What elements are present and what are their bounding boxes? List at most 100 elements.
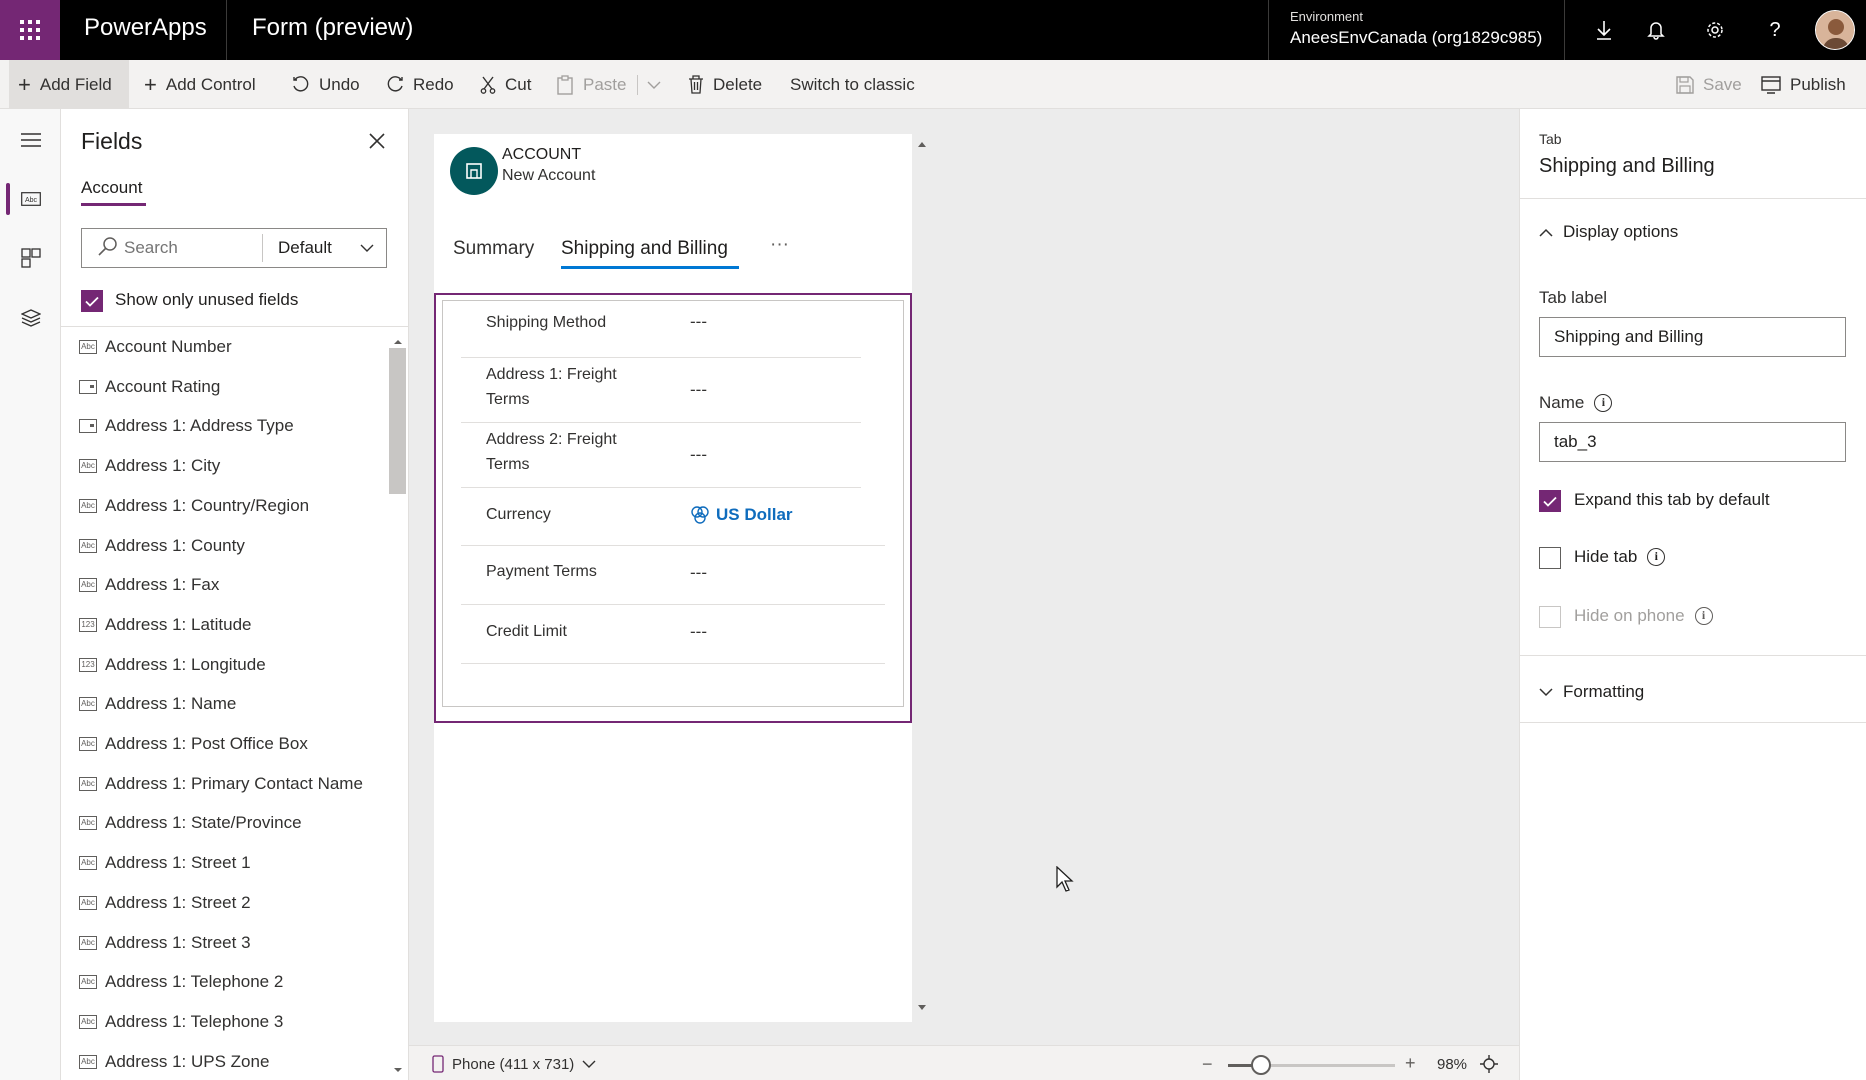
field-list-item[interactable]: Abc Address 1: City: [61, 446, 388, 486]
field-list-item[interactable]: Abc Address 1: UPS Zone: [61, 1042, 388, 1080]
environment-name[interactable]: AneesEnvCanada (org1829c985): [1290, 28, 1542, 48]
field-list-item[interactable]: Abc Address 1: Post Office Box: [61, 724, 388, 764]
zoom-out-button[interactable]: −: [1202, 1054, 1213, 1075]
entity-tab-account[interactable]: Account: [81, 178, 142, 198]
field-value-address2-freight-terms[interactable]: ---: [690, 445, 707, 465]
rail-tree-view-button[interactable]: [0, 298, 61, 338]
field-list-item[interactable]: Abc Address 1: Street 1: [61, 843, 388, 883]
search-input[interactable]: [124, 230, 254, 266]
redo-icon: [387, 75, 403, 92]
field-list-item[interactable]: Abc Address 1: Street 3: [61, 923, 388, 963]
paste-button[interactable]: Paste: [556, 60, 626, 109]
field-list-item[interactable]: Account Rating: [61, 367, 388, 407]
notifications-button[interactable]: [1641, 15, 1671, 45]
rail-fields-button[interactable]: Abc: [0, 179, 61, 219]
download-button[interactable]: [1589, 15, 1619, 45]
field-list-item[interactable]: Abc Address 1: Name: [61, 684, 388, 724]
field-list-item-label: Address 1: County: [105, 535, 245, 555]
avatar[interactable]: [1815, 10, 1855, 50]
publish-button[interactable]: Publish: [1761, 60, 1846, 109]
field-list-item[interactable]: Abc Address 1: State/Province: [61, 803, 388, 843]
settings-button[interactable]: [1700, 15, 1730, 45]
more-tabs-button[interactable]: ···: [770, 234, 789, 256]
hamburger-menu-button[interactable]: [0, 120, 61, 160]
currency-link[interactable]: US Dollar: [716, 505, 793, 525]
undo-button[interactable]: Undo: [292, 60, 360, 109]
delete-button[interactable]: Delete: [688, 60, 762, 109]
tab-label-input[interactable]: [1539, 317, 1846, 357]
field-list-item[interactable]: Abc Address 1: Street 2: [61, 883, 388, 923]
hide-tab-label[interactable]: Hide tab i: [1574, 547, 1666, 567]
form-scroll-up[interactable]: [916, 140, 928, 148]
field-list-item[interactable]: Address 1: Address Type: [61, 406, 388, 446]
field-list-item[interactable]: Abc Address 1: Country/Region: [61, 486, 388, 526]
show-unused-label[interactable]: Show only unused fields: [115, 290, 298, 310]
field-value-credit-limit[interactable]: ---: [690, 622, 707, 642]
field-value-payment-terms[interactable]: ---: [690, 563, 707, 583]
divider: [262, 234, 263, 262]
label-line: Address 1: Freight: [486, 366, 617, 383]
scrollbar-thumb[interactable]: [389, 348, 406, 494]
info-icon[interactable]: i: [1647, 548, 1666, 566]
zoom-in-button[interactable]: +: [1405, 1053, 1416, 1074]
text-field-icon: Abc: [79, 1054, 97, 1069]
expand-tab-label[interactable]: Expand this tab by default: [1574, 490, 1770, 510]
save-button[interactable]: Save: [1676, 60, 1742, 109]
field-value-address1-freight-terms[interactable]: ---: [690, 380, 707, 400]
tab-summary[interactable]: Summary: [453, 238, 534, 260]
switch-to-classic-button[interactable]: Switch to classic: [790, 60, 915, 109]
save-label: Save: [1703, 74, 1742, 94]
device-selector[interactable]: Phone (411 x 731): [432, 1055, 596, 1073]
close-fields-button[interactable]: [364, 128, 390, 154]
info-icon[interactable]: i: [1694, 607, 1713, 625]
field-list-item[interactable]: 123 Address 1: Latitude: [61, 605, 388, 645]
form-scroll-down[interactable]: [916, 1004, 928, 1012]
field-list-item[interactable]: 123 Address 1: Longitude: [61, 645, 388, 685]
tab-shipping-and-billing[interactable]: Shipping and Billing: [561, 238, 728, 260]
field-label-payment-terms[interactable]: Payment Terms: [486, 559, 597, 584]
field-list-item[interactable]: Abc Address 1: Telephone 3: [61, 1002, 388, 1042]
name-caption-text: Name: [1539, 393, 1585, 412]
field-list-item-label: Address 1: Street 2: [105, 892, 251, 912]
help-button[interactable]: ?: [1760, 15, 1790, 45]
display-options-toggle[interactable]: Display options: [1539, 222, 1678, 242]
text-field-icon: Abc: [79, 498, 97, 513]
phone-icon: [432, 1055, 444, 1073]
field-list-item-label: Address 1: Primary Contact Name: [105, 773, 363, 793]
fit-to-width-button[interactable]: [1480, 1055, 1498, 1073]
add-field-button[interactable]: + Add Field: [9, 60, 129, 109]
field-filter-dropdown[interactable]: Default: [270, 229, 386, 267]
field-label-credit-limit[interactable]: Credit Limit: [486, 619, 567, 644]
field-list-item[interactable]: Abc Account Number: [61, 327, 388, 367]
field-label-currency[interactable]: Currency: [486, 502, 551, 527]
name-input[interactable]: [1539, 422, 1846, 462]
rail-components-button[interactable]: [0, 238, 61, 278]
field-value-currency[interactable]: US Dollar: [690, 505, 793, 525]
show-unused-checkbox[interactable]: [81, 290, 103, 312]
field-list-item[interactable]: Abc Address 1: County: [61, 526, 388, 566]
field-list-item[interactable]: Abc Address 1: Telephone 2: [61, 962, 388, 1002]
text-field-icon: Abc: [79, 737, 97, 751]
field-label-shipping-method[interactable]: Shipping Method: [486, 310, 606, 335]
divider: [461, 422, 861, 423]
field-value-shipping-method[interactable]: ---: [690, 312, 707, 332]
cut-button[interactable]: Cut: [480, 60, 531, 109]
app-name[interactable]: PowerApps: [84, 14, 207, 42]
paste-options-dropdown[interactable]: [647, 60, 661, 109]
layers-icon: [20, 309, 41, 327]
hide-tab-checkbox[interactable]: [1539, 547, 1561, 569]
field-label-address2-freight-terms[interactable]: Address 2: Freight Terms: [486, 427, 617, 477]
label-line: Currency: [486, 506, 551, 523]
formatting-toggle[interactable]: Formatting: [1539, 682, 1644, 702]
device-label: Phone (411 x 731): [452, 1055, 575, 1073]
app-launcher-button[interactable]: [0, 0, 60, 60]
field-label-address1-freight-terms[interactable]: Address 1: Freight Terms: [486, 362, 617, 412]
hide-on-phone-checkbox[interactable]: [1539, 606, 1561, 628]
field-list-item[interactable]: Abc Address 1: Primary Contact Name: [61, 764, 388, 804]
info-icon[interactable]: i: [1594, 394, 1613, 412]
expand-tab-checkbox[interactable]: [1539, 490, 1561, 512]
redo-button[interactable]: Redo: [386, 60, 454, 109]
add-control-button[interactable]: + Add Control: [144, 60, 256, 109]
field-list-item[interactable]: Abc Address 1: Fax: [61, 565, 388, 605]
divider: [637, 75, 638, 95]
